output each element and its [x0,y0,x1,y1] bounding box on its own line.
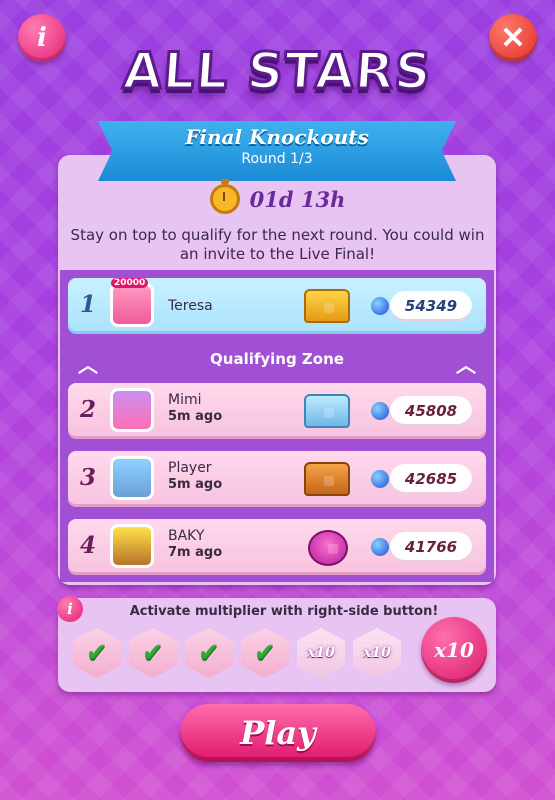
rank-number: 1 [80,291,97,318]
multiplier-info-button[interactable]: i [57,596,83,622]
qualifying-zone-label: Qualifying Zone [210,350,344,368]
last-active-time: 7m ago [168,545,223,560]
stopwatch-icon [209,179,240,214]
event-title: Final Knockouts [185,125,369,149]
player-name: Teresa [168,298,213,314]
gem-icon [371,538,389,556]
score: 45808 [390,396,472,426]
avatar-badge: 20000 [111,278,149,288]
leaderboard-row[interactable]: 4 BAKY 7m ago 41766 [68,519,486,575]
score: 41766 [390,532,472,562]
last-active-time: 5m ago [168,409,223,424]
event-description: Stay on top to qualify for the next roun… [70,226,485,263]
leaderboard-row[interactable]: 3 Player 5m ago 42685 [68,451,486,507]
candy-box-icon [308,530,348,566]
avatar[interactable]: 20000 [110,278,154,327]
silver-chest-icon [304,394,350,428]
play-button[interactable]: Play [180,704,376,762]
avatar[interactable] [110,456,154,500]
timer-value: 01d 13h [249,186,346,212]
leaderboard: 1 20000 Teresa 54349 ︿ Qualifying Zone ︿… [60,270,494,582]
leaderboard-row[interactable]: 2 Mimi 5m ago 45808 [68,383,486,439]
activate-multiplier-button[interactable]: x10 [421,617,487,683]
multiplier-instruction: Activate multiplier with right-side butt… [129,604,439,619]
player-name: Mimi [168,392,202,408]
x10-label: x10 [307,645,335,661]
checkmark-icon: ✔ [198,638,220,668]
leaderboard-row[interactable]: 1 20000 Teresa 54349 [68,278,486,334]
rank-number: 4 [80,532,97,559]
event-banner: Final Knockouts Round 1/3 [98,121,456,181]
qualifying-zone-divider: ︿ Qualifying Zone ︿ [60,344,494,377]
avatar[interactable] [110,524,154,568]
checkmark-icon: ✔ [142,638,164,668]
x10-label: x10 [363,645,391,661]
gold-chest-icon [304,289,350,323]
all-stars-logo: ALL STARS [120,41,435,102]
score: 42685 [390,464,472,494]
player-name: Player [168,460,212,476]
chevron-up-icon: ︿ [456,353,476,377]
score: 54349 [390,291,472,321]
rank-number: 2 [80,396,97,423]
chevron-up-icon: ︿ [78,353,98,377]
gem-icon [371,297,389,315]
checkmark-icon: ✔ [254,638,276,668]
player-name: BAKY [168,528,205,544]
gem-icon [371,402,389,420]
checkmark-icon: ✔ [86,638,108,668]
last-active-time: 5m ago [168,477,223,492]
avatar[interactable] [110,388,154,432]
rank-number: 3 [80,464,97,491]
gem-icon [371,470,389,488]
round-label: Round 1/3 [241,151,313,167]
bronze-chest-icon [304,462,350,496]
countdown-timer: 01d 13h [0,179,555,214]
